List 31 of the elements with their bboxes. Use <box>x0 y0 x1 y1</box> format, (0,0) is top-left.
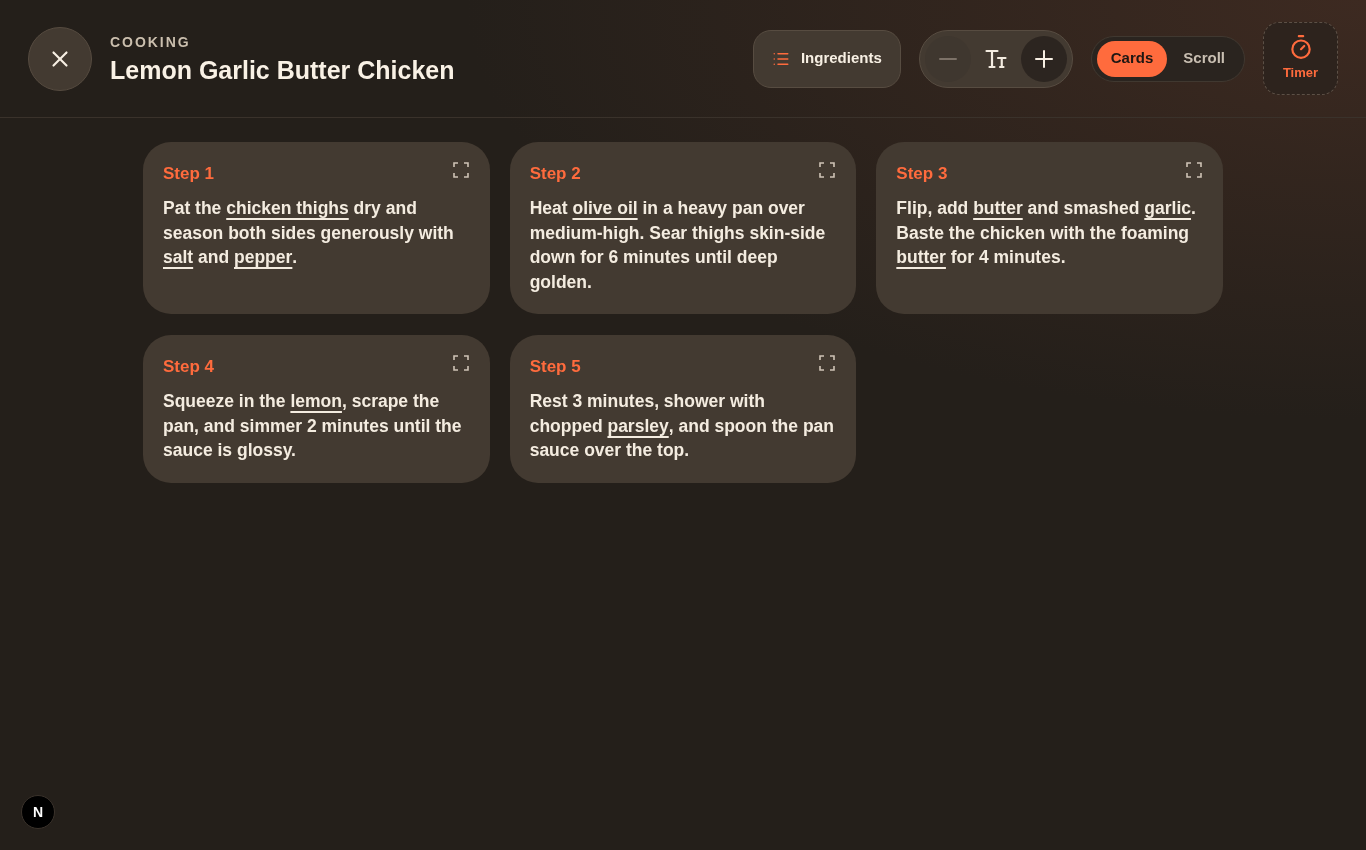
minus-icon <box>938 57 957 60</box>
expand-icon <box>1186 162 1202 178</box>
category-label: COOKING <box>110 32 192 51</box>
step-text: Rest 3 minutes, shower with chopped parsley, and spoon the pan sauce over the top. <box>529 390 835 462</box>
expand-button[interactable] <box>452 355 469 371</box>
step-text: Pat the chicken thighs dry and season both sides generously with salt and pepper. <box>163 197 455 269</box>
step-text: Flip, add butter and smashed garlic. Baste the chicken with the foaming butter for 4 minutes. <box>896 197 1197 269</box>
expand-button[interactable] <box>452 162 469 178</box>
expand-icon <box>819 162 836 178</box>
text-size-icon <box>984 48 1007 69</box>
step-label: Step 4 <box>163 356 215 378</box>
ingredients-button[interactable]: Ingredients <box>752 29 901 88</box>
timer-button[interactable]: Timer <box>1263 22 1338 95</box>
view-mode-tab[interactable]: Cards <box>1096 40 1168 77</box>
step-text: Squeeze in the lemon, scrape the pan, and simmer 2 minutes until the sauce is glossy. <box>163 390 463 462</box>
expand-icon <box>452 355 469 371</box>
plus-icon <box>1034 49 1053 68</box>
increase-button[interactable] <box>1020 35 1067 82</box>
step-label: Step 5 <box>529 356 581 378</box>
step-label: Step 3 <box>896 163 948 185</box>
view-mode-tab[interactable]: Scroll <box>1169 40 1239 77</box>
step-text: Heat olive oil in a heavy pan over medium-high. Sear thighs skin-side down for 6 minutes until deep golden. <box>529 197 827 294</box>
dev-badge[interactable]: N <box>21 795 55 829</box>
recipe-title: Lemon Garlic Butter Chicken <box>110 54 455 85</box>
expand-icon <box>819 355 836 371</box>
expand-icon <box>452 162 469 178</box>
expand-button[interactable] <box>819 162 836 178</box>
expand-button[interactable] <box>819 355 836 371</box>
step-label: Step 1 <box>163 163 215 185</box>
expand-button[interactable] <box>1186 162 1202 178</box>
step-label: Step 2 <box>529 163 581 185</box>
